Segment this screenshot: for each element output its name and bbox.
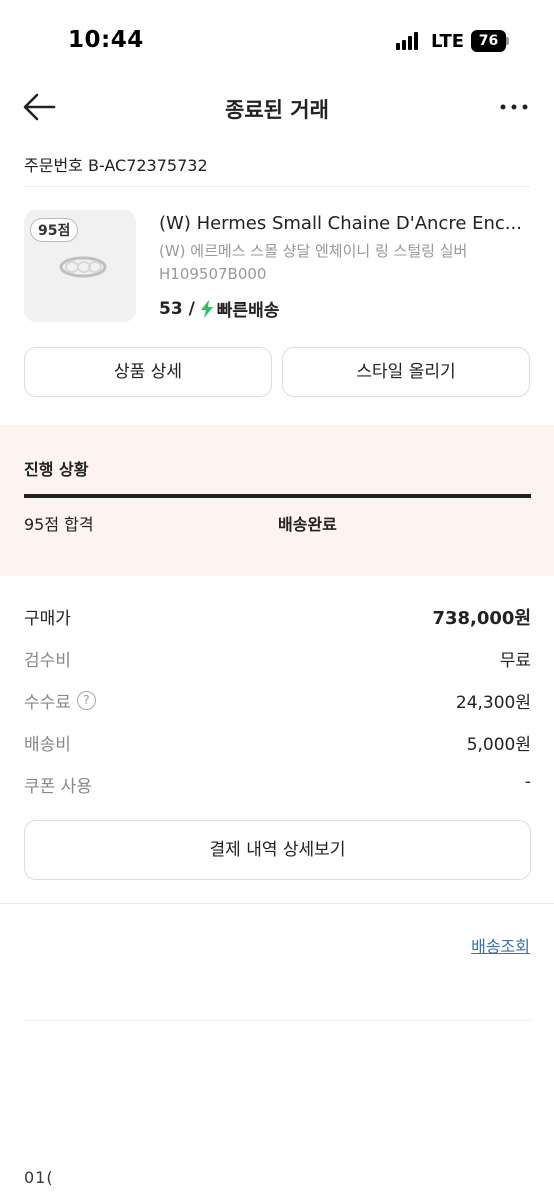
- price-value: 24,300원: [455, 693, 531, 713]
- product-size-shipping: 53 / 빠른배송: [159, 296, 280, 322]
- page-title: 종료된 거래: [225, 98, 329, 122]
- price-label: 검수비: [24, 651, 71, 671]
- price-value: -: [524, 772, 531, 792]
- ring-image: [58, 254, 108, 280]
- price-label: 수수료: [24, 693, 71, 713]
- help-icon[interactable]: ?: [76, 691, 96, 710]
- signal-icon: [396, 32, 422, 50]
- price-value: 5,000원: [466, 735, 531, 755]
- status-time: 10:44: [68, 27, 144, 53]
- lightning-bolt-icon: [200, 299, 214, 318]
- progress-fill: [24, 494, 531, 498]
- post-style-button[interactable]: 스타일 올리기: [282, 347, 530, 397]
- payment-detail-button[interactable]: 결제 내역 상세보기: [24, 820, 531, 880]
- price-label: 배송비: [24, 735, 71, 755]
- product-name-korean: (W) 에르메스 스몰 샹달 엔체이니 링 스털링 실버: [159, 242, 468, 260]
- progress-section: 진행 상황 95점 합격 배송완료: [0, 425, 554, 576]
- divider: [24, 186, 530, 187]
- network-label: LTE: [431, 31, 465, 52]
- fast-shipping-label: 빠른배송: [216, 301, 280, 321]
- price-value: 738,000원: [432, 608, 531, 629]
- battery-icon: 76: [471, 30, 509, 52]
- order-number: 주문번호 B-AC72375732: [24, 156, 208, 175]
- app-header: 종료된 거래: [0, 80, 554, 136]
- price-value: 무료: [499, 651, 531, 671]
- price-row-commission: 수수료 ? 24,300원: [24, 688, 531, 714]
- price-row-coupon: 쿠폰 사용 -: [24, 772, 531, 798]
- divider: [24, 1020, 530, 1021]
- product-image[interactable]: 95점: [24, 210, 136, 322]
- product-name[interactable]: (W) Hermes Small Chaine D'Ancre Enc...: [159, 213, 531, 234]
- tracking-link[interactable]: 배송조회: [471, 933, 530, 957]
- price-label-commission: 수수료 ?: [24, 688, 96, 713]
- progress-step-inspection: 95점 합격: [24, 515, 94, 534]
- battery-level: 76: [471, 30, 506, 52]
- price-row-inspection-fee: 검수비 무료: [24, 646, 531, 672]
- more-horizontal-icon[interactable]: [498, 92, 530, 122]
- price-row-purchase: 구매가 738,000원: [24, 604, 531, 630]
- bottom-text: 01(: [24, 1168, 54, 1187]
- status-bar: 10:44 LTE 76: [0, 0, 554, 80]
- product-detail-button[interactable]: 상품 상세: [24, 347, 272, 397]
- price-row-shipping-fee: 배송비 5,000원: [24, 730, 531, 756]
- product-size: 53 /: [159, 298, 195, 319]
- progress-bar: [24, 494, 531, 498]
- grade-badge: 95점: [30, 218, 79, 242]
- price-label: 구매가: [24, 609, 71, 629]
- progress-title: 진행 상황: [24, 460, 89, 479]
- product-code: H109507B000: [159, 265, 267, 283]
- progress-step-delivered: 배송완료: [278, 515, 337, 534]
- section-divider: [0, 903, 554, 904]
- price-label: 쿠폰 사용: [24, 777, 92, 797]
